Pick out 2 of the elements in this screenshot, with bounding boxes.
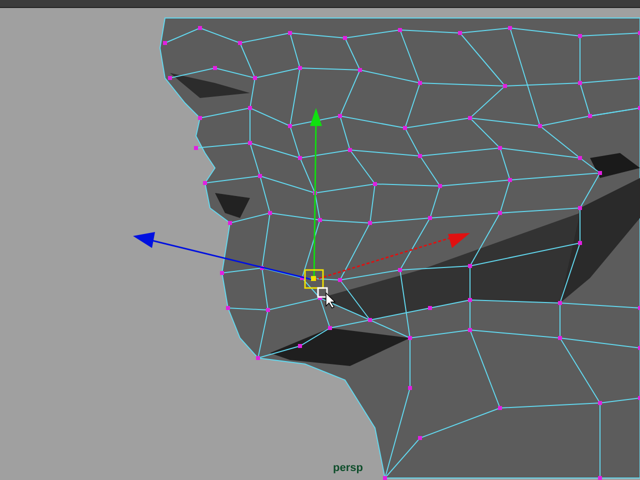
camera-label: persp bbox=[333, 461, 363, 476]
cursor-icon bbox=[317, 287, 336, 308]
